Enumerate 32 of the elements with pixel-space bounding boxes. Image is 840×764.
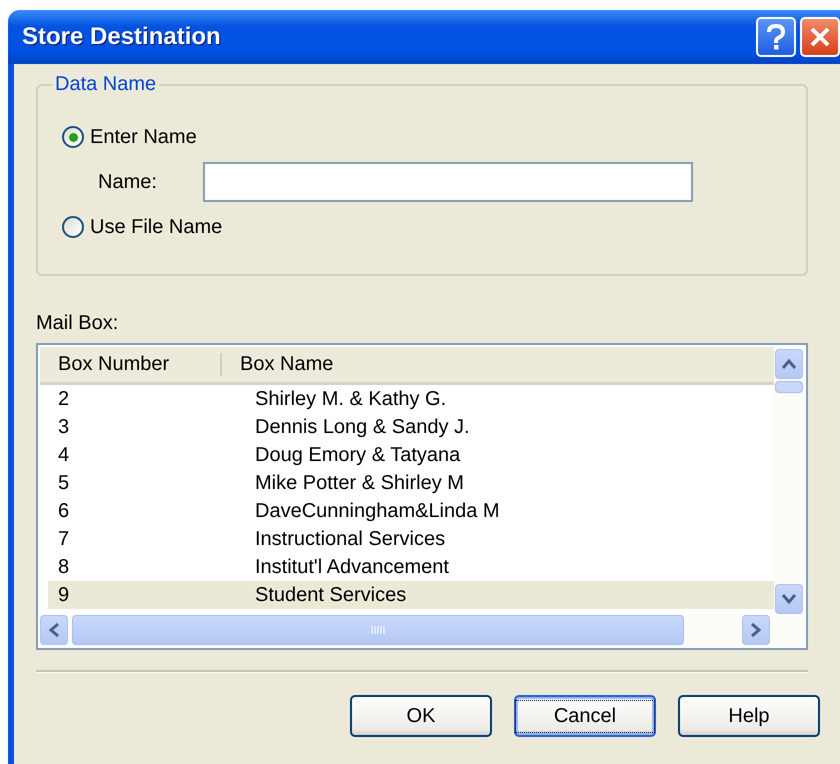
- dialog-button[interactable]: OK: [350, 695, 492, 737]
- list-row[interactable]: 4 Doug Emory & Tatyana: [48, 441, 774, 469]
- scroll-left-button[interactable]: [40, 615, 68, 645]
- list-row[interactable]: 7 Instructional Services: [48, 525, 774, 553]
- close-button[interactable]: [800, 17, 840, 57]
- vertical-scrollbar[interactable]: [774, 347, 804, 614]
- list-row[interactable]: 5 Mike Potter & Shirley M: [48, 469, 774, 497]
- column-header[interactable]: Box Number: [40, 353, 222, 376]
- list-row[interactable]: 2 Shirley M. & Kathy G.: [48, 385, 774, 413]
- grip-icon: [370, 625, 386, 635]
- list-row[interactable]: 6 DaveCunningham&Linda M: [48, 497, 774, 525]
- question-mark-icon: [765, 23, 787, 51]
- scroll-down-button[interactable]: [775, 584, 803, 614]
- help-button[interactable]: [756, 17, 796, 57]
- list-row[interactable]: 9 Student Services: [48, 581, 774, 609]
- scroll-right-button[interactable]: [742, 615, 770, 645]
- dialog-button[interactable]: Help: [678, 695, 820, 737]
- scroll-thumb[interactable]: [72, 615, 684, 645]
- name-input-field[interactable]: [203, 162, 693, 202]
- window-title: Store Destination: [22, 23, 221, 51]
- list-row[interactable]: 8 Institut'l Advancement: [48, 553, 774, 581]
- close-icon: [808, 25, 832, 49]
- radio-option[interactable]: Enter Name: [62, 122, 197, 152]
- scroll-thumb[interactable]: [775, 381, 803, 393]
- mailbox-label: Mail Box:: [36, 312, 120, 335]
- dialog-button[interactable]: Cancel: [514, 695, 656, 737]
- horizontal-scrollbar[interactable]: [40, 614, 804, 646]
- radio-option[interactable]: Use File Name: [62, 212, 222, 242]
- column-header[interactable]: Box Name: [222, 353, 334, 376]
- list-row[interactable]: 3 Dennis Long & Sandy J.: [48, 413, 774, 441]
- name-label: Name:: [98, 170, 158, 194]
- scroll-up-button[interactable]: [775, 349, 803, 379]
